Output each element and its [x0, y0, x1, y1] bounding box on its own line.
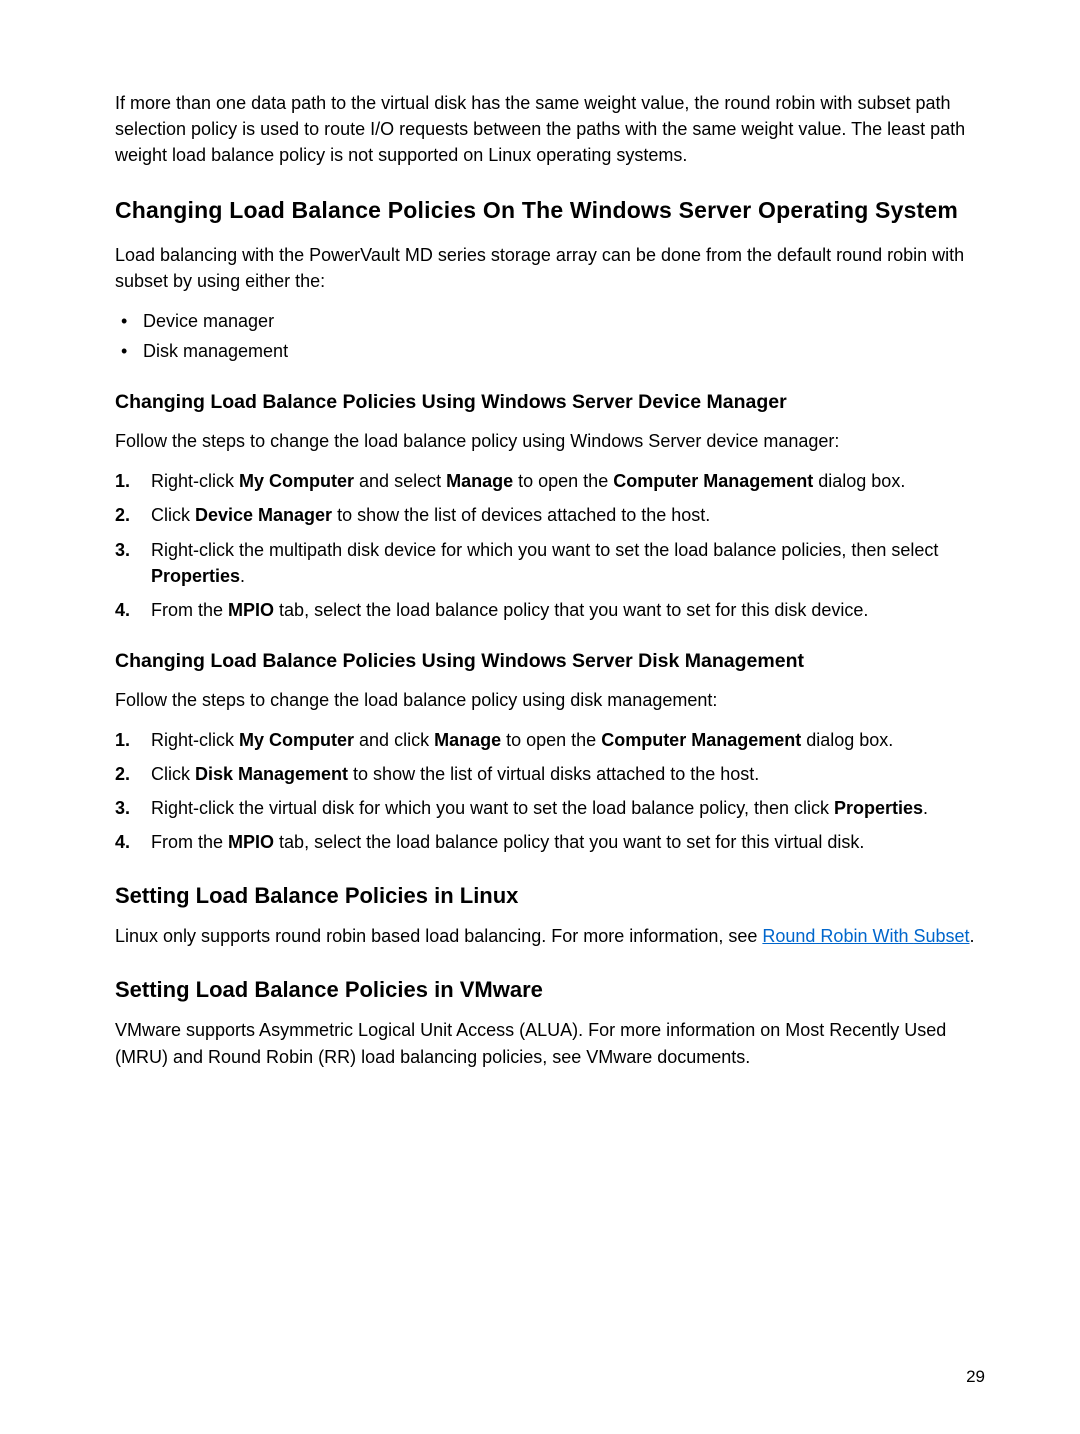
- disk-management-steps: Right-click My Computer and click Manage…: [115, 727, 985, 855]
- list-item: Disk management: [115, 338, 985, 364]
- document-page: If more than one data path to the virtua…: [0, 0, 1080, 1434]
- list-item: Click Device Manager to show the list of…: [115, 502, 985, 528]
- list-item: From the MPIO tab, select the load balan…: [115, 597, 985, 623]
- page-number: 29: [966, 1365, 985, 1390]
- heading-linux: Setting Load Balance Policies in Linux: [115, 880, 985, 912]
- windows-lead: Load balancing with the PowerVault MD se…: [115, 242, 985, 294]
- disk-management-lead: Follow the steps to change the load bala…: [115, 687, 985, 713]
- list-item: Click Disk Management to show the list o…: [115, 761, 985, 787]
- list-item: Device manager: [115, 308, 985, 334]
- device-manager-lead: Follow the steps to change the load bala…: [115, 428, 985, 454]
- intro-paragraph: If more than one data path to the virtua…: [115, 90, 985, 168]
- list-item: Right-click the virtual disk for which y…: [115, 795, 985, 821]
- heading-windows: Changing Load Balance Policies On The Wi…: [115, 194, 985, 227]
- heading-device-manager: Changing Load Balance Policies Using Win…: [115, 388, 985, 416]
- linux-paragraph: Linux only supports round robin based lo…: [115, 923, 985, 949]
- windows-bullet-list: Device manager Disk management: [115, 308, 985, 364]
- list-item: Right-click My Computer and click Manage…: [115, 727, 985, 753]
- round-robin-link[interactable]: Round Robin With Subset: [762, 926, 969, 946]
- heading-disk-management: Changing Load Balance Policies Using Win…: [115, 647, 985, 675]
- list-item: Right-click the multipath disk device fo…: [115, 537, 985, 589]
- heading-vmware: Setting Load Balance Policies in VMware: [115, 974, 985, 1006]
- list-item: From the MPIO tab, select the load balan…: [115, 829, 985, 855]
- list-item: Right-click My Computer and select Manag…: [115, 468, 985, 494]
- device-manager-steps: Right-click My Computer and select Manag…: [115, 468, 985, 622]
- vmware-paragraph: VMware supports Asymmetric Logical Unit …: [115, 1017, 985, 1069]
